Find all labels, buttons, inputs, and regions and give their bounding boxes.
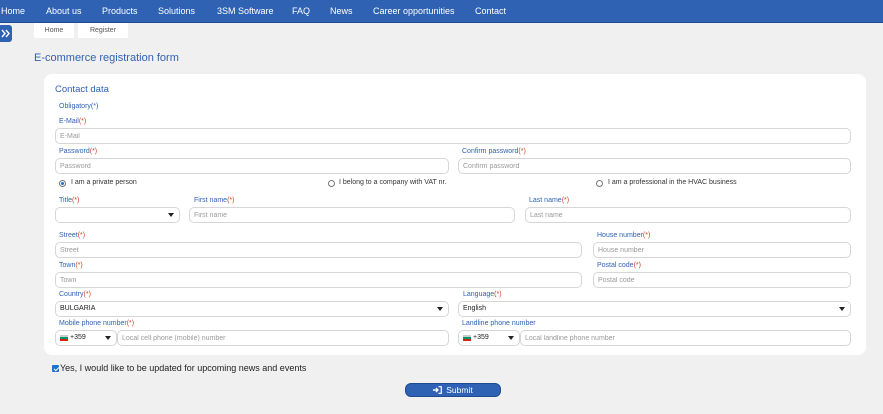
chevron-down-icon [168, 213, 174, 217]
sidebar-toggle-button[interactable] [0, 25, 12, 42]
postal-code-field[interactable] [593, 272, 851, 288]
chevron-down-icon [508, 336, 514, 340]
landline-country-code-select[interactable]: +359 [458, 330, 520, 346]
confirm-password-field[interactable] [458, 158, 851, 174]
first-name-field[interactable] [189, 207, 515, 223]
nav-item-products[interactable]: Products [102, 0, 138, 23]
language-select[interactable]: English [458, 301, 851, 317]
chevron-down-icon [105, 336, 111, 340]
mobile-phone-label: Mobile phone number(*) [59, 320, 135, 327]
breadcrumb-home[interactable]: Home [34, 23, 74, 38]
radio-company-vat-label[interactable]: I belong to a company with VAT nr. [339, 179, 446, 186]
section-title: Contact data [55, 84, 109, 95]
email-label: E-Mail(*) [59, 118, 87, 125]
country-label: Country(*) [59, 291, 91, 298]
customer-type-group: I am a private person I belong to a comp… [59, 179, 859, 189]
chevron-down-icon [839, 307, 845, 311]
title-select[interactable] [55, 207, 180, 223]
email-field[interactable] [55, 128, 851, 144]
last-name-field[interactable] [525, 207, 851, 223]
newsletter-checkbox[interactable] [52, 365, 59, 372]
obligatory-note: Obligatory(*) [59, 103, 99, 110]
street-label: Street(*) [59, 232, 86, 239]
chevron-down-icon [437, 307, 443, 311]
submit-button[interactable]: Submit [405, 383, 501, 397]
double-chevron-right-icon [1, 29, 10, 38]
radio-private-person[interactable] [59, 180, 66, 187]
mobile-country-code-select[interactable]: +359 [55, 330, 117, 346]
landline-phone-label: Landline phone number [462, 320, 536, 327]
nav-item-news[interactable]: News [330, 0, 353, 23]
bulgaria-flag-icon [463, 335, 471, 341]
house-number-field[interactable] [593, 242, 851, 258]
landline-country-code-value: +359 [473, 334, 489, 341]
last-name-label: Last name(*) [529, 197, 570, 204]
nav-item-home[interactable]: Home [1, 0, 25, 23]
language-select-value: English [463, 305, 486, 312]
town-field[interactable] [55, 272, 582, 288]
country-select[interactable]: BULGARIA [55, 301, 449, 317]
radio-private-person-label[interactable]: I am a private person [71, 179, 137, 186]
breadcrumb-register: Register [78, 23, 128, 38]
street-field[interactable] [55, 242, 582, 258]
first-name-label: First name(*) [194, 197, 235, 204]
bulgaria-flag-icon [60, 335, 68, 341]
radio-hvac-professional-label[interactable]: I am a professional in the HVAC business [608, 179, 737, 186]
landline-phone-field[interactable] [520, 330, 851, 346]
nav-item-career-opportunities[interactable]: Career opportunities [373, 0, 455, 23]
mobile-phone-field[interactable] [117, 330, 449, 346]
language-label: Language(*) [463, 291, 502, 298]
nav-item-3sm-software[interactable]: 3SM Software [217, 0, 274, 23]
house-number-label: House number(*) [597, 232, 651, 239]
town-label: Town(*) [59, 262, 83, 269]
radio-company-vat[interactable] [328, 180, 335, 187]
country-select-value: BULGARIA [60, 305, 96, 312]
password-field[interactable] [55, 158, 449, 174]
submit-label: Submit [446, 385, 473, 395]
nav-item-about-us[interactable]: About us [46, 0, 82, 23]
postal-code-label: Postal code(*) [597, 262, 641, 269]
newsletter-label[interactable]: Yes, I would like to be updated for upco… [60, 363, 306, 373]
password-label: Password(*) [59, 148, 98, 155]
top-navigation: Home About us Products Solutions 3SM Sof… [0, 0, 883, 23]
nav-item-contact[interactable]: Contact [475, 0, 506, 23]
confirm-password-label: Confirm password(*) [462, 148, 526, 155]
page-title: E-commerce registration form [34, 52, 179, 64]
title-label: Title(*) [59, 197, 80, 204]
mobile-country-code-value: +359 [70, 334, 86, 341]
sign-in-icon [433, 385, 443, 394]
nav-item-solutions[interactable]: Solutions [158, 0, 195, 23]
nav-item-faq[interactable]: FAQ [292, 0, 310, 23]
radio-hvac-professional[interactable] [596, 180, 603, 187]
